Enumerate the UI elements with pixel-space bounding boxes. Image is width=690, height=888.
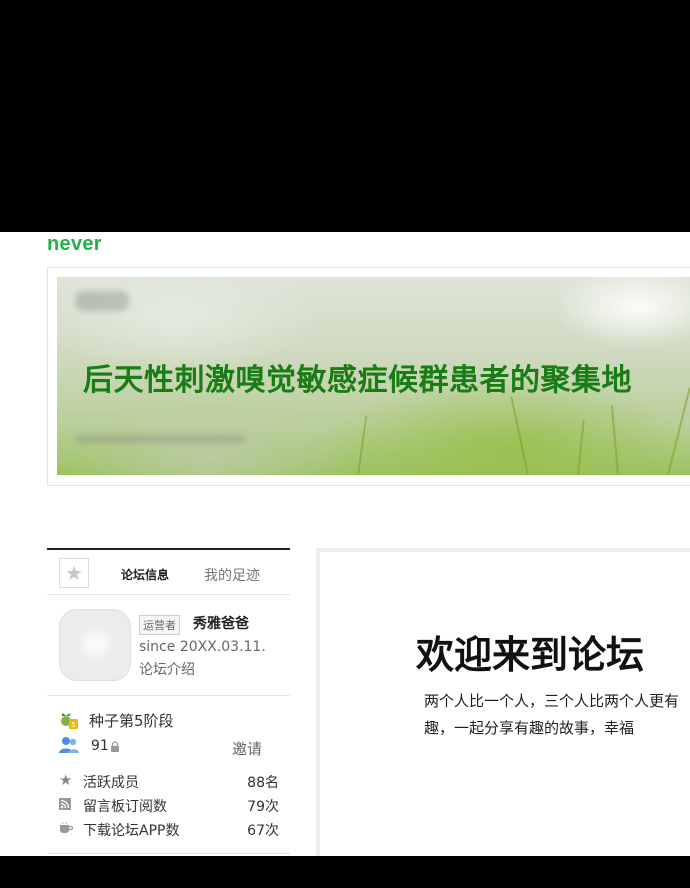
favorite-star-icon[interactable]: ★ [59,558,89,588]
invite-button[interactable]: 邀请 [232,738,262,759]
banner-title: 后天性刺激嗅觉敏感症候群患者的聚集地 [83,363,632,398]
manager-profile: 运营者 秀雅爸爸 since 20XX.03.11. 论坛介绍 [47,595,290,696]
svg-text:5: 5 [71,721,75,729]
cup-icon [59,820,75,836]
bottom-black-bar [0,856,690,888]
manager-name[interactable]: 秀雅爸爸 [193,613,249,633]
grass-blade [357,415,368,475]
welcome-panel: 欢迎来到论坛 两个人比一个人，三个人比两个人更有趣，一起分享有趣的故事，幸福 [316,548,690,856]
grass-blade [610,405,619,475]
grass-blade [667,387,690,475]
stat-active-members: ★ 活跃成员 88名 [59,772,279,792]
cafe-page: never 后天性刺激嗅觉敏感症候群患者的聚集地 ★ 论坛信息 我的足迹 运营者… [0,232,690,856]
banner-blurred-logo [75,291,129,311]
stage-label: 种子第5阶段 [89,712,174,730]
member-count: 91 [91,738,109,754]
stat-label: 留言板订阅数 [83,799,167,815]
stat-app-downloads: 下载论坛APP数 67次 [59,820,279,840]
cafe-info-panel: ★ 论坛信息 我的足迹 运营者 秀雅爸爸 since 20XX.03.11. 论… [47,548,290,856]
lock-icon [111,741,119,752]
grass-blade [577,420,585,475]
avatar[interactable] [59,609,131,681]
cafe-intro-link[interactable]: 论坛介绍 [139,659,195,679]
stat-value: 79次 [247,799,279,815]
stat-board-subscriptions: 留言板订阅数 79次 [59,796,279,816]
stat-value: 88名 [247,775,279,791]
info-tabs: ★ 论坛信息 我的足迹 [47,550,290,595]
grass-blade [510,396,529,475]
stat-label: 下载论坛APP数 [83,823,180,839]
cafe-banner: 后天性刺激嗅觉敏感症候群患者的聚集地 [57,277,690,475]
stat-value: 67次 [247,823,279,839]
stat-label: 活跃成员 [83,775,139,791]
tab-cafe-info[interactable]: 论坛信息 [121,566,169,583]
cafe-logo[interactable]: never [47,233,102,256]
since-date: since 20XX.03.11. [139,639,266,655]
welcome-title: 欢迎来到论坛 [416,633,645,677]
banner-blurred-text [75,435,245,443]
top-black-bar [0,0,690,232]
members-icon [59,737,79,753]
tab-my-activity[interactable]: 我的足迹 [204,565,260,585]
panel-bottom-border [47,853,290,854]
role-badge: 运营者 [139,615,180,635]
rss-icon [59,796,75,812]
welcome-description: 两个人比一个人，三个人比两个人更有趣，一起分享有趣的故事，幸福 [424,692,680,737]
members-row: 91 邀请 [59,736,279,758]
star-icon: ★ [59,771,73,789]
seed-stage-icon: 5 [61,713,78,729]
